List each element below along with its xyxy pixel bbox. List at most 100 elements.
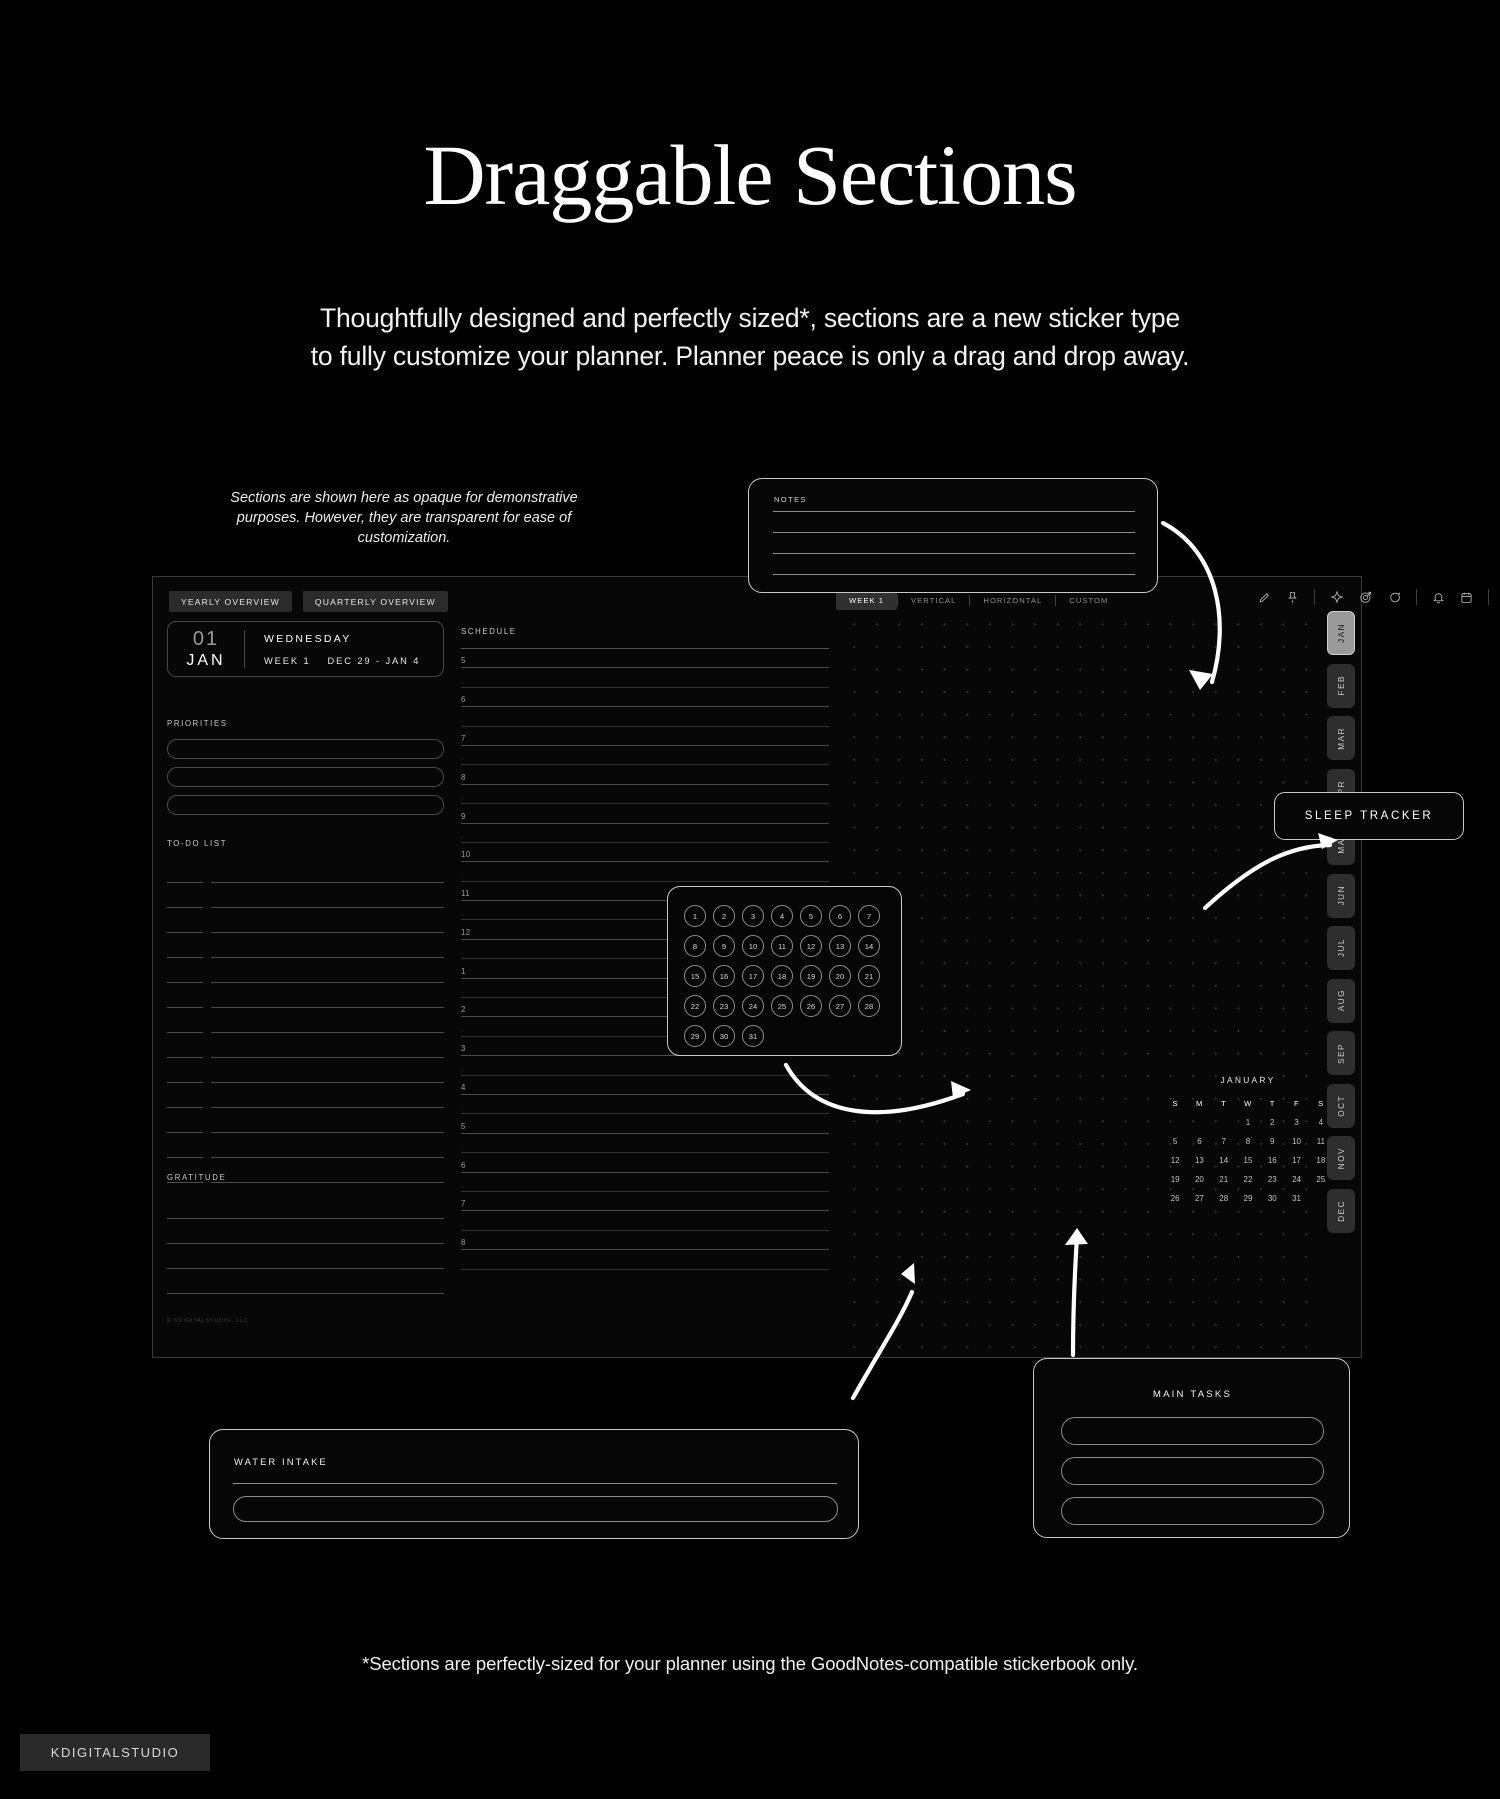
todo-row[interactable] — [167, 1108, 444, 1133]
schedule-row-half[interactable]: . — [461, 707, 829, 727]
view-tab-horizontal[interactable]: HORIZONTAL — [970, 591, 1055, 610]
sparkle-icon[interactable] — [1330, 590, 1344, 604]
date-circle[interactable]: 6 — [829, 905, 851, 927]
schedule-row[interactable]: 9 — [461, 804, 829, 824]
date-circle[interactable]: 2 — [713, 905, 735, 927]
date-circle[interactable]: 5 — [800, 905, 822, 927]
overview-tab-0[interactable]: YEARLY OVERVIEW — [169, 591, 292, 612]
target-icon[interactable] — [1359, 590, 1373, 604]
mini-calendar-day[interactable]: 6 — [1187, 1137, 1211, 1146]
view-tab-vertical[interactable]: VERTICAL — [898, 591, 969, 610]
overview-tab-1[interactable]: QUARTERLY OVERVIEW — [302, 591, 448, 612]
date-circle[interactable]: 4 — [771, 905, 793, 927]
schedule-row[interactable]: 8 — [461, 1231, 829, 1251]
todo-row[interactable] — [167, 1058, 444, 1083]
schedule-row-half[interactable]: . — [461, 1173, 829, 1192]
mini-calendar-day[interactable]: 24 — [1284, 1175, 1308, 1184]
sticker-water-intake[interactable]: WATER INTAKE — [209, 1429, 859, 1539]
date-circle[interactable]: 8 — [684, 935, 706, 957]
mini-calendar-day[interactable]: 5 — [1163, 1137, 1187, 1146]
priority-input[interactable] — [167, 739, 444, 759]
schedule-row-half[interactable]: . — [461, 1056, 829, 1076]
mini-calendar-day[interactable]: 8 — [1236, 1137, 1260, 1146]
todo-row[interactable] — [167, 1133, 444, 1158]
date-circle[interactable]: 30 — [713, 1025, 735, 1047]
month-tab-mar[interactable]: MAR — [1327, 716, 1355, 760]
date-circle[interactable]: 17 — [742, 965, 764, 987]
pin-icon[interactable] — [1286, 591, 1299, 604]
mini-calendar-day[interactable]: 13 — [1187, 1156, 1211, 1165]
todo-row[interactable] — [167, 1008, 444, 1033]
date-circle[interactable]: 1 — [684, 905, 706, 927]
gratitude-input[interactable] — [167, 1269, 444, 1294]
date-circle[interactable]: 12 — [800, 935, 822, 957]
calendar-icon[interactable] — [1460, 591, 1473, 604]
month-tab-dec[interactable]: DEC — [1327, 1188, 1355, 1233]
mini-calendar-day[interactable]: 17 — [1284, 1156, 1308, 1165]
todo-row[interactable] — [167, 983, 444, 1008]
date-circle[interactable]: 24 — [742, 995, 764, 1017]
schedule-row[interactable]: 7 — [461, 1192, 829, 1212]
schedule-row-half[interactable]: . — [461, 785, 829, 805]
todo-row[interactable] — [167, 1033, 444, 1058]
sticker-notes[interactable]: NOTES — [748, 478, 1158, 593]
mini-calendar-day[interactable]: 3 — [1284, 1118, 1308, 1127]
schedule-row[interactable]: 4 — [461, 1076, 829, 1095]
date-circle[interactable]: 7 — [858, 905, 880, 927]
main-task-input[interactable] — [1061, 1457, 1324, 1485]
sticker-main-tasks[interactable]: MAIN TASKS — [1033, 1358, 1350, 1538]
mini-calendar-day[interactable]: 15 — [1236, 1156, 1260, 1165]
schedule-row[interactable]: 5 — [461, 1114, 829, 1134]
date-circle[interactable]: 13 — [829, 935, 851, 957]
date-circle[interactable]: 27 — [829, 995, 851, 1017]
main-task-input[interactable] — [1061, 1417, 1324, 1445]
mini-calendar-day[interactable]: 27 — [1187, 1194, 1211, 1203]
mini-calendar-day[interactable]: 20 — [1187, 1175, 1211, 1184]
mini-calendar-day[interactable]: 16 — [1260, 1156, 1284, 1165]
water-intake-bar[interactable] — [233, 1496, 838, 1522]
month-tab-jan[interactable]: JAN — [1327, 611, 1355, 655]
mini-calendar-day[interactable]: 31 — [1284, 1194, 1308, 1203]
main-task-input[interactable] — [1061, 1497, 1324, 1525]
date-circle[interactable]: 26 — [800, 995, 822, 1017]
mini-calendar-day[interactable]: 21 — [1212, 1175, 1236, 1184]
schedule-row[interactable]: 5 — [461, 649, 829, 669]
mini-calendar-day[interactable]: 26 — [1163, 1194, 1187, 1203]
mini-calendar-day[interactable]: 28 — [1212, 1194, 1236, 1203]
date-circle[interactable]: 21 — [858, 965, 880, 987]
mini-calendar-day[interactable]: 7 — [1212, 1137, 1236, 1146]
todo-row[interactable] — [167, 1083, 444, 1108]
month-tab-feb[interactable]: FEB — [1327, 663, 1355, 708]
schedule-row-half[interactable]: . — [461, 862, 829, 882]
date-circle[interactable]: 3 — [742, 905, 764, 927]
mini-calendar-day[interactable]: 1 — [1236, 1118, 1260, 1127]
date-circle[interactable]: 20 — [829, 965, 851, 987]
mini-calendar-day[interactable]: 10 — [1284, 1137, 1308, 1146]
mini-calendar-day[interactable]: 19 — [1163, 1175, 1187, 1184]
date-circle[interactable]: 22 — [684, 995, 706, 1017]
pencil-icon[interactable] — [1258, 591, 1271, 604]
schedule-row-half[interactable]: . — [461, 1211, 829, 1231]
view-tab-week-1[interactable]: WEEK 1 — [836, 591, 897, 610]
schedule-row-half[interactable]: . — [461, 1250, 829, 1270]
gratitude-input[interactable] — [167, 1244, 444, 1269]
date-circle[interactable]: 14 — [858, 935, 880, 957]
gratitude-input[interactable] — [167, 1194, 444, 1219]
gratitude-input[interactable] — [167, 1219, 444, 1244]
date-circle[interactable]: 10 — [742, 935, 764, 957]
todo-row[interactable] — [167, 933, 444, 958]
bell-icon[interactable] — [1432, 591, 1445, 604]
mini-calendar-day[interactable]: 12 — [1163, 1156, 1187, 1165]
date-circle[interactable]: 15 — [684, 965, 706, 987]
schedule-row-half[interactable]: . — [461, 1095, 829, 1115]
month-tab-jul[interactable]: JUL — [1327, 926, 1355, 970]
month-tab-nov[interactable]: NOV — [1327, 1136, 1355, 1180]
month-tab-oct[interactable]: OCT — [1327, 1083, 1355, 1128]
schedule-row[interactable]: 7 — [461, 727, 829, 746]
todo-row[interactable] — [167, 958, 444, 983]
date-circle[interactable]: 16 — [713, 965, 735, 987]
date-circle[interactable]: 28 — [858, 995, 880, 1017]
schedule-row-half[interactable]: . — [461, 746, 829, 766]
mini-calendar-day[interactable]: 2 — [1260, 1118, 1284, 1127]
schedule-row-half[interactable]: . — [461, 1134, 829, 1154]
